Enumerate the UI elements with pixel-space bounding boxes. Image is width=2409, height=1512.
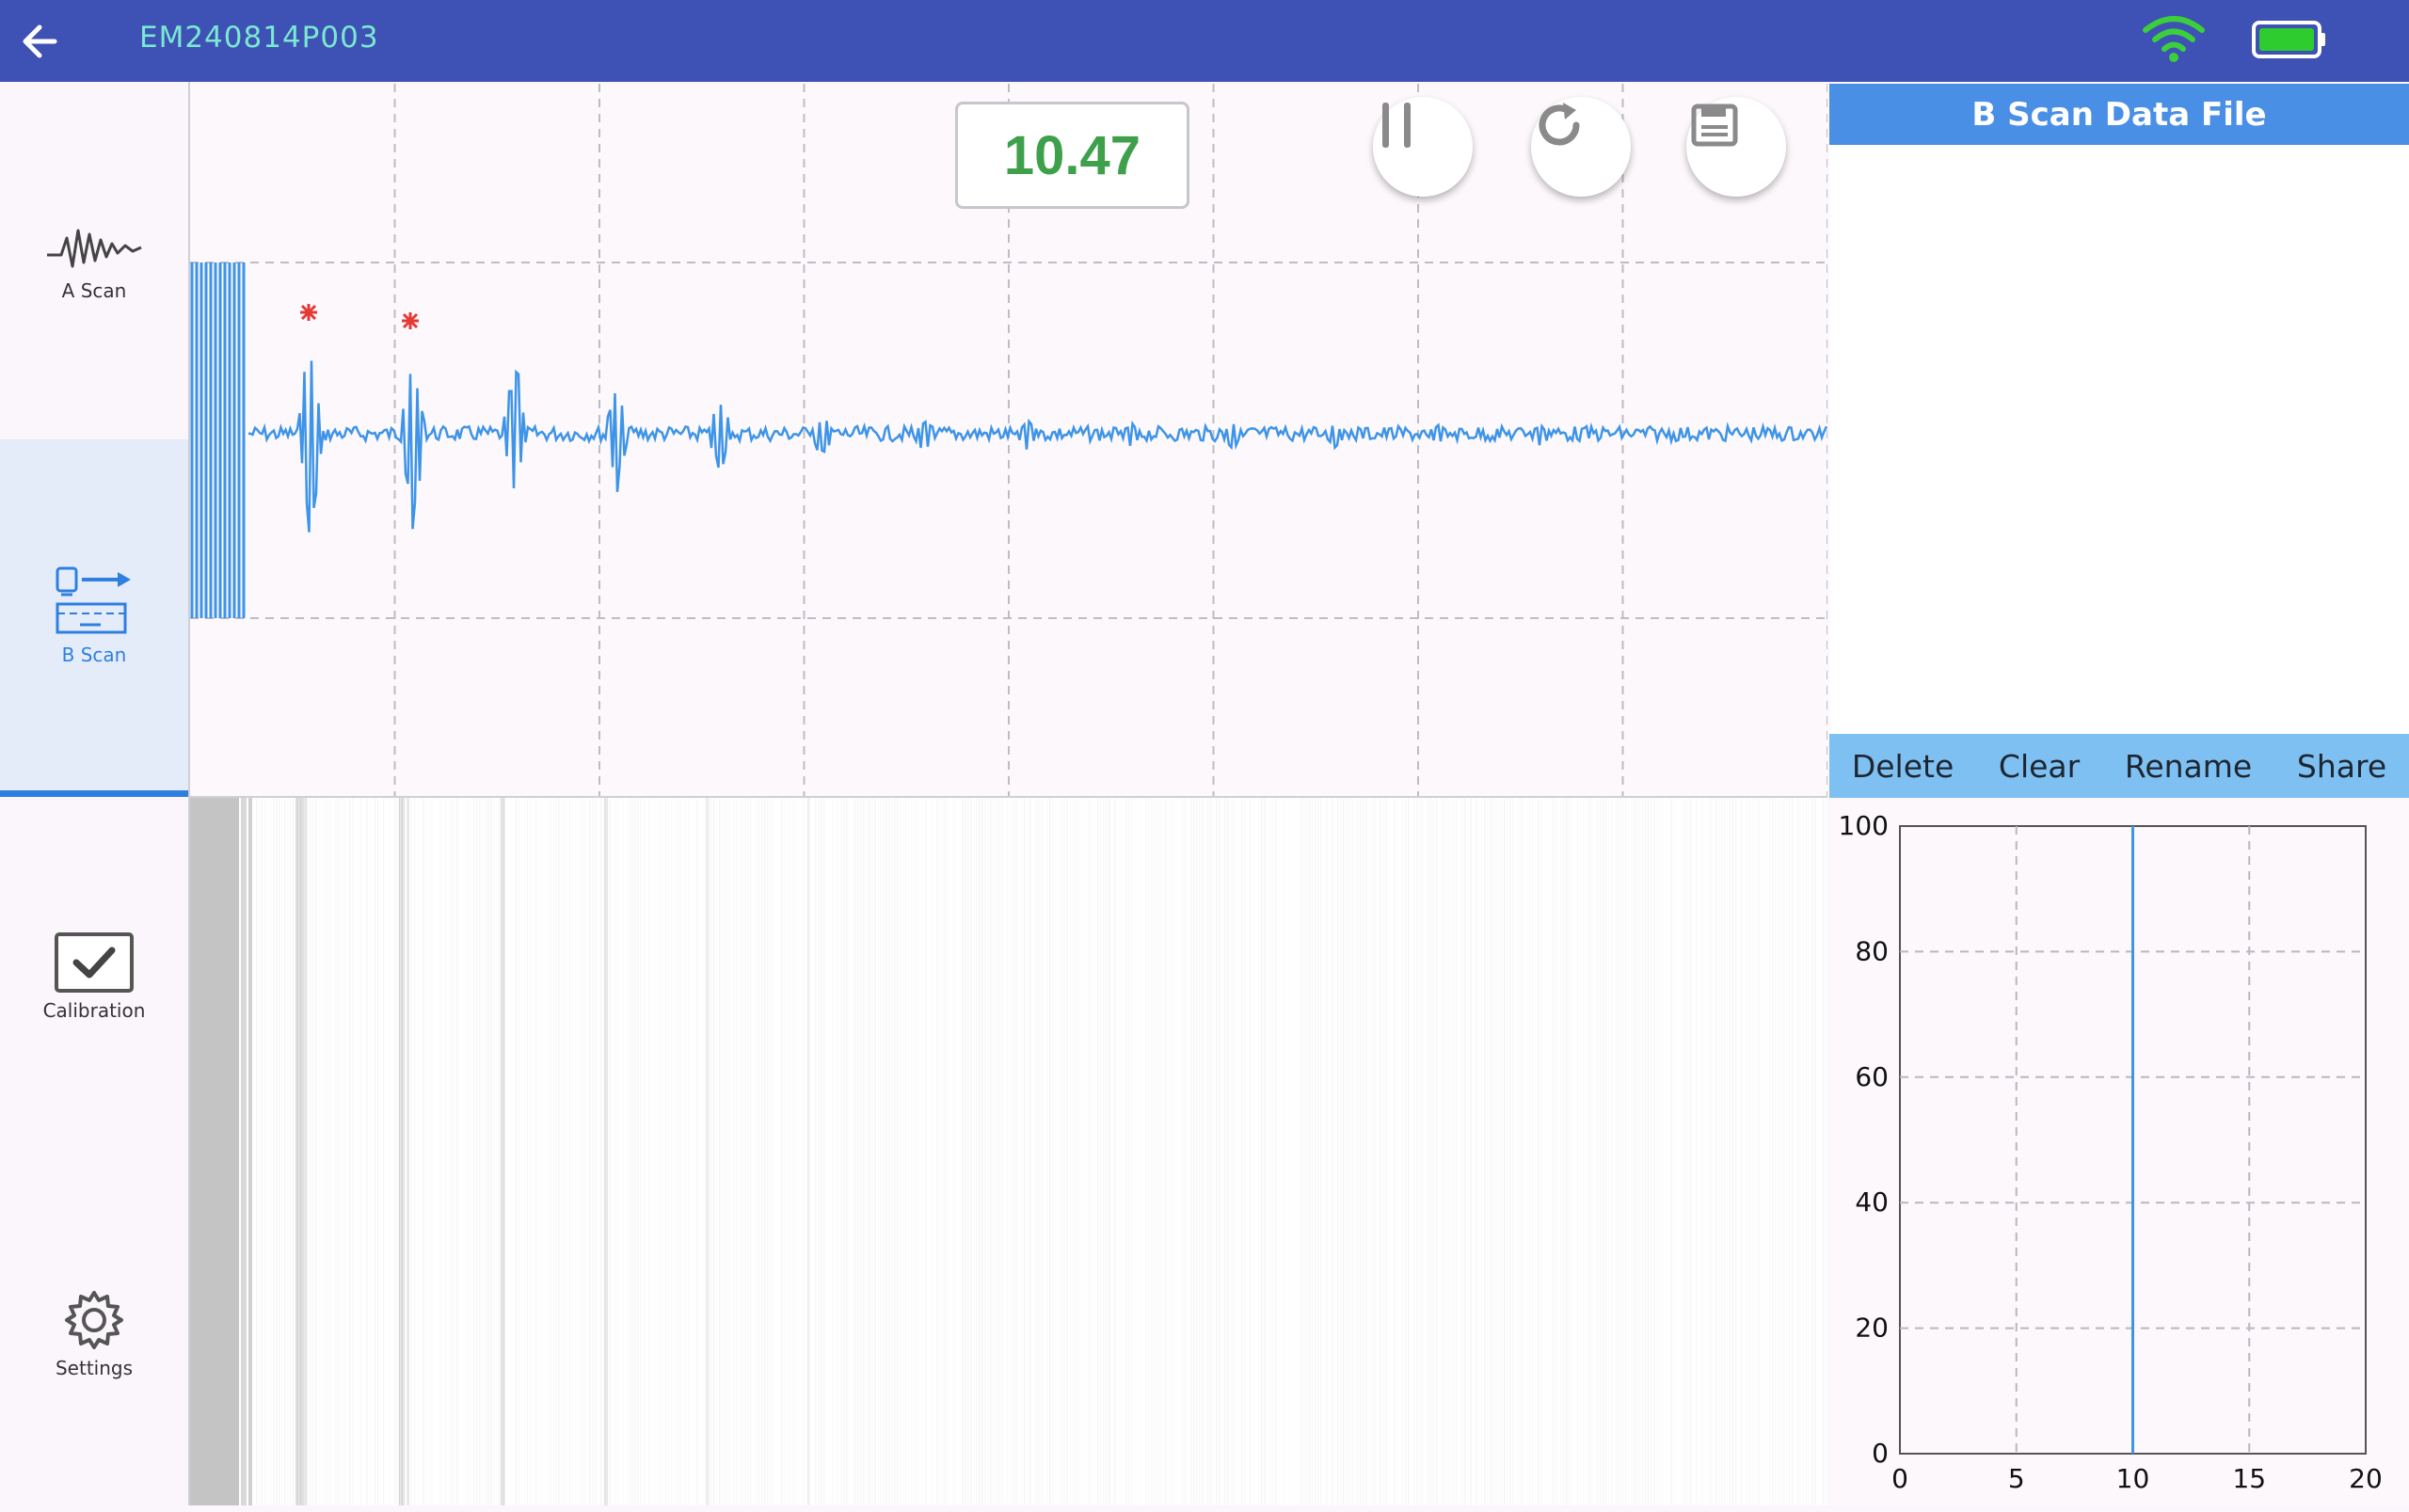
- y-tick-label: 40: [1855, 1186, 1889, 1218]
- b-scan-texture: [190, 798, 1827, 1505]
- b-scan-image[interactable]: [190, 798, 1827, 1505]
- save-button[interactable]: [1686, 97, 1786, 197]
- refresh-icon: [1539, 103, 1580, 146]
- x-tick-label: 10: [2116, 1463, 2150, 1494]
- wifi-icon: [2141, 13, 2207, 66]
- save-icon: [1691, 103, 1738, 147]
- b-scan-stripes: [190, 798, 1827, 1505]
- y-tick-label: 100: [1839, 810, 1889, 841]
- clear-button[interactable]: Clear: [1999, 748, 2080, 785]
- rename-button[interactable]: Rename: [2125, 748, 2252, 785]
- peak-marker-icon: [300, 304, 317, 321]
- left-nav: A Scan B Scan Calibration Settings: [0, 82, 190, 1505]
- waveform-icon: [47, 229, 142, 268]
- file-action-bar: Delete Clear Rename Share: [1829, 734, 2409, 798]
- share-button[interactable]: Share: [2297, 748, 2386, 785]
- nav-label: B Scan: [61, 643, 127, 666]
- nav-label: Settings: [55, 1357, 134, 1379]
- y-tick-label: 80: [1855, 935, 1889, 966]
- top-bar: EM240814P003: [0, 0, 2409, 82]
- delete-button[interactable]: Delete: [1852, 748, 1954, 785]
- nav-item-b-scan[interactable]: B Scan: [0, 439, 188, 797]
- y-tick-label: 20: [1855, 1313, 1889, 1344]
- pause-icon: [1382, 103, 1411, 148]
- initial-pulse: [190, 263, 246, 618]
- device-id: EM240814P003: [139, 21, 379, 55]
- x-tick-label: 5: [2008, 1463, 2025, 1494]
- nav-label: A Scan: [61, 279, 127, 302]
- nav-item-settings[interactable]: Settings: [0, 1154, 188, 1512]
- nav-item-a-scan[interactable]: A Scan: [0, 82, 188, 439]
- checkbox-icon: [55, 932, 134, 993]
- profile-chart-svg: 0 20 40 60 80 100 0 5 10 15 20: [1839, 810, 2383, 1494]
- battery-icon: [2252, 19, 2327, 60]
- a-scan-signal: [247, 360, 1827, 533]
- b-scan-icon: [56, 566, 131, 633]
- x-tick-label: 20: [2349, 1463, 2383, 1494]
- back-arrow-icon[interactable]: [17, 13, 73, 70]
- nav-label: Calibration: [42, 999, 146, 1022]
- a-scan-plot[interactable]: 10.47: [190, 84, 1827, 798]
- b-scan-file-list[interactable]: [1829, 145, 2409, 734]
- refresh-button[interactable]: [1531, 97, 1631, 197]
- thickness-value: 10.47: [955, 102, 1189, 209]
- y-tick-label: 60: [1855, 1061, 1889, 1092]
- file-panel-title: B Scan Data File: [1829, 84, 2409, 145]
- x-tick-label: 0: [1891, 1463, 1908, 1494]
- x-tick-label: 15: [2232, 1463, 2266, 1494]
- peak-marker-icon: [402, 312, 419, 329]
- pause-button[interactable]: [1373, 97, 1473, 197]
- y-tick-label: 0: [1872, 1438, 1889, 1469]
- gear-icon: [65, 1291, 123, 1349]
- nav-item-calibration[interactable]: Calibration: [0, 797, 188, 1154]
- profile-chart: 0 20 40 60 80 100 0 5 10 15 20: [1829, 800, 2409, 1505]
